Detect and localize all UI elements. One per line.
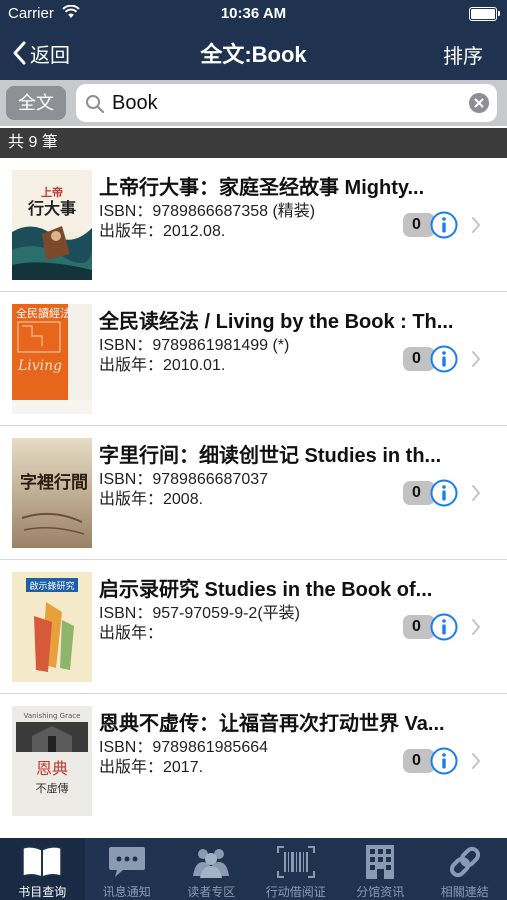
tab-related-links[interactable]: 相關連結 — [423, 838, 507, 900]
tab-label: 行动借阅证 — [265, 885, 326, 899]
tab-reader-zone[interactable]: 读者专区 — [169, 838, 254, 900]
tab-branch-info[interactable]: 分馆资讯 — [338, 838, 423, 900]
cover-title-top: 上帝 — [41, 185, 63, 199]
clear-search-icon[interactable] — [469, 93, 489, 118]
book-pub-year: 出版年：2017. — [99, 759, 204, 776]
book-icon — [0, 842, 85, 882]
info-icon[interactable] — [430, 211, 458, 239]
chevron-right-icon — [471, 752, 481, 775]
link-icon — [423, 842, 507, 882]
result-row[interactable]: Living 全民讀經法 全民读经法 / Living by the Book … — [0, 292, 507, 426]
barcode-icon — [254, 842, 339, 882]
info-icon[interactable] — [430, 613, 458, 641]
info-icon[interactable] — [430, 747, 458, 775]
result-row[interactable]: 上帝 行大事 上帝行大事：家庭圣经故事 Mighty... ISBN：97898… — [0, 158, 507, 292]
book-title: 启示录研究 Studies in the Book of... — [99, 579, 433, 601]
info-icon[interactable] — [430, 345, 458, 373]
chevron-right-icon — [471, 350, 481, 373]
chat-bubble-icon — [85, 842, 170, 882]
status-time: 10:36 AM — [220, 5, 287, 22]
book-cover-image: Vanishing Grace 恩典 不虛傳 — [12, 706, 92, 816]
page-title: 全文:Book — [200, 42, 307, 67]
search-query: Book — [112, 92, 158, 114]
status-bar: Carrier 10:36 AM — [0, 0, 507, 28]
result-row[interactable]: 啟示錄研究 启示录研究 Studies in the Book of... IS… — [0, 560, 507, 694]
svg-text:字裡行間: 字裡行間 — [20, 472, 88, 493]
tab-label: 书目查询 — [18, 885, 67, 899]
tab-label: 讯息通知 — [102, 885, 151, 899]
book-pub-year: 出版年： — [99, 625, 164, 642]
back-label: 返回 — [30, 44, 70, 67]
book-cover-image: 啟示錄研究 — [12, 572, 92, 682]
svg-text:恩典: 恩典 — [36, 759, 68, 778]
result-count: 共 9 筆 — [0, 128, 507, 158]
svg-text:啟示錄研究: 啟示錄研究 — [29, 580, 74, 592]
search-input[interactable]: Book — [76, 84, 497, 122]
back-button[interactable]: 返回 — [12, 36, 70, 70]
results-list: 上帝 行大事 上帝行大事：家庭圣经故事 Mighty... ISBN：97898… — [0, 158, 507, 838]
book-pub-year: 出版年：2008. — [99, 491, 204, 508]
book-pub-year: 出版年：2012.08. — [99, 223, 226, 240]
book-title: 字里行间：细读创世记 Studies in th... — [99, 445, 442, 467]
result-row[interactable]: Vanishing Grace 恩典 不虛傳 恩典不虚传：让福音再次打动世界 V… — [0, 694, 507, 828]
svg-text:Living: Living — [17, 358, 62, 374]
people-icon — [169, 842, 254, 882]
svg-text:全民讀經法: 全民讀經法 — [16, 306, 71, 320]
book-cover-image: Living 全民讀經法 — [12, 304, 92, 414]
search-icon — [85, 94, 105, 119]
svg-text:Vanishing Grace: Vanishing Grace — [24, 712, 81, 720]
chevron-right-icon — [471, 618, 481, 641]
tab-label: 读者专区 — [187, 885, 236, 899]
book-title: 恩典不虚传：让福音再次打动世界 Va... — [99, 713, 445, 735]
result-row[interactable]: 字裡行間 字里行间：细读创世记 Studies in th... ISBN：97… — [0, 426, 507, 560]
svg-text:不虛傳: 不虛傳 — [36, 782, 69, 795]
tab-notifications[interactable]: 讯息通知 — [85, 838, 170, 900]
tab-label: 相關連結 — [440, 885, 489, 899]
tab-bar: 书目查询 讯息通知 读者专区 行动借阅证 分馆资讯 相關連結 — [0, 838, 507, 900]
sort-button[interactable]: 排序 — [443, 40, 483, 69]
tab-mobile-card[interactable]: 行动借阅证 — [254, 838, 339, 900]
chevron-right-icon — [471, 216, 481, 239]
chevron-left-icon — [13, 41, 26, 65]
nav-bar: 返回 全文:Book 排序 — [0, 30, 507, 76]
building-icon — [338, 842, 423, 882]
chevron-right-icon — [471, 484, 481, 507]
book-title: 全民读经法 / Living by the Book : Th... — [99, 311, 454, 333]
battery-icon — [469, 7, 500, 21]
top-navigation-bar: Carrier 10:36 AM 返回 全文:Book 排序 — [0, 0, 507, 80]
search-bar: 全文 Book — [0, 80, 507, 126]
info-icon[interactable] — [430, 479, 458, 507]
cover-title-main: 行大事 — [27, 199, 76, 218]
tab-label: 分馆资讯 — [356, 885, 405, 899]
book-cover-image: 字裡行間 — [12, 438, 92, 548]
book-cover-image: 上帝 行大事 — [12, 170, 92, 280]
book-pub-year: 出版年：2010.01. — [99, 357, 226, 374]
tab-catalog-search[interactable]: 书目查询 — [0, 838, 85, 900]
book-title: 上帝行大事：家庭圣经故事 Mighty... — [99, 177, 425, 199]
search-scope-button[interactable]: 全文 — [6, 86, 66, 120]
